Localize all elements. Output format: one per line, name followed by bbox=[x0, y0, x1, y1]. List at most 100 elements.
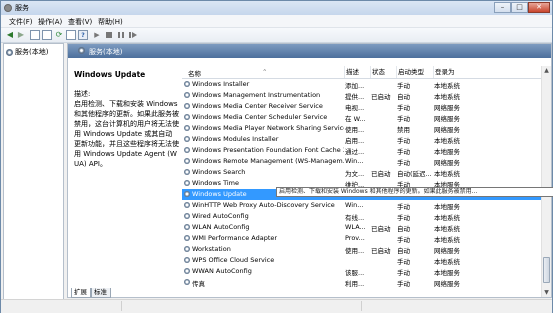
gear-icon bbox=[184, 92, 190, 98]
service-tooltip: 启用检测、下载和安装 Windows 和其他程序的更新。如果此服务被禁用... bbox=[276, 187, 553, 197]
services-window: 服务 – □ ✕ 文件(F) 操作(A) 查看(V) 帮助(H) ◀ ▶ ⟳ ?… bbox=[0, 0, 553, 313]
gear-icon bbox=[184, 180, 190, 186]
service-startup-type: 自动 bbox=[397, 247, 410, 255]
table-row[interactable]: WWAN AutoConfig 该服... 手动 本地服务 bbox=[182, 266, 542, 277]
minimize-button[interactable]: – bbox=[494, 2, 511, 13]
maximize-button[interactable]: □ bbox=[511, 2, 528, 13]
properties-icon[interactable] bbox=[42, 30, 52, 40]
service-status: 已启动 bbox=[371, 247, 391, 255]
gear-icon bbox=[184, 169, 190, 175]
close-button[interactable]: ✕ bbox=[528, 2, 550, 13]
show-console-tree-icon[interactable] bbox=[30, 30, 40, 40]
menu-bar: 文件(F) 操作(A) 查看(V) 帮助(H) bbox=[1, 15, 552, 28]
pause-service-icon[interactable] bbox=[116, 30, 126, 40]
service-log-on-as: 本地系统 bbox=[434, 137, 460, 145]
table-row[interactable]: WPS Office Cloud Service 手动 本地系统 bbox=[182, 255, 542, 266]
column-status[interactable]: 状态 bbox=[370, 66, 385, 78]
column-description[interactable]: 描述 bbox=[344, 66, 359, 78]
service-startup-type: 自动 bbox=[397, 225, 410, 233]
table-row[interactable]: Windows Modules Installer 启用... 手动 本地系统 bbox=[182, 134, 542, 145]
column-log-on-as[interactable]: 登录为 bbox=[433, 66, 455, 78]
refresh-icon[interactable]: ⟳ bbox=[54, 30, 64, 40]
menu-action[interactable]: 操作(A) bbox=[38, 17, 62, 27]
table-row[interactable]: Windows Media Center Receiver Service 电视.… bbox=[182, 101, 542, 112]
help-icon[interactable]: ? bbox=[78, 30, 88, 40]
table-row[interactable]: Windows Remote Management (WS-Managem...… bbox=[182, 156, 542, 167]
service-startup-type: 手动 bbox=[397, 148, 410, 156]
service-log-on-as: 本地系统 bbox=[434, 258, 460, 266]
selected-service-name: Windows Update bbox=[74, 70, 146, 79]
table-row[interactable]: WLAN AutoConfig WLA... 已启动 自动 本地系统 bbox=[182, 222, 542, 233]
table-row[interactable]: Windows Search 为文... 已启动 自动(延迟... 本地系统 bbox=[182, 167, 542, 178]
service-description: 使用... bbox=[345, 247, 365, 255]
service-description: 提供... bbox=[345, 93, 365, 101]
menu-view[interactable]: 查看(V) bbox=[68, 17, 92, 27]
service-startup-type: 手动 bbox=[397, 159, 410, 167]
service-name: Windows Installer bbox=[192, 80, 250, 88]
gear-icon bbox=[184, 279, 190, 285]
service-log-on-as: 网络服务 bbox=[434, 126, 460, 134]
service-name: WPS Office Cloud Service bbox=[192, 256, 275, 264]
title-bar[interactable]: 服务 – □ ✕ bbox=[1, 1, 552, 15]
service-log-on-as: 本地系统 bbox=[434, 214, 460, 222]
table-row[interactable]: WMI Performance Adapter Prov... 手动 本地系统 bbox=[182, 233, 542, 244]
details-pane: 服务(本地) Windows Update 描述: 启用检测、下载和安装 Win… bbox=[67, 43, 552, 298]
service-name: WMI Performance Adapter bbox=[192, 234, 278, 242]
gear-icon bbox=[184, 235, 190, 241]
scroll-up-icon[interactable]: ▲ bbox=[542, 66, 551, 75]
service-status: 已启动 bbox=[371, 93, 391, 101]
column-name[interactable]: 名称 bbox=[188, 68, 201, 78]
services-list: 名称 ⌃ 描述 状态 启动类型 登录为 Windows Installer 添加.… bbox=[182, 66, 551, 297]
service-log-on-as: 本地系统 bbox=[434, 93, 460, 101]
start-service-icon[interactable]: ▶ bbox=[92, 30, 102, 40]
gear-icon bbox=[184, 257, 190, 263]
table-row[interactable]: Windows Management Instrumentation 提供... 已… bbox=[182, 90, 542, 101]
back-arrow-icon[interactable]: ◀ bbox=[5, 30, 15, 40]
service-startup-type: 手动 bbox=[397, 258, 410, 266]
restart-service-icon[interactable] bbox=[128, 30, 138, 40]
table-row[interactable]: Windows Presentation Foundation Font Cac… bbox=[182, 145, 542, 156]
gear-icon bbox=[184, 158, 190, 164]
vertical-scrollbar[interactable]: ▲ ▼ bbox=[541, 66, 551, 297]
service-startup-type: 手动 bbox=[397, 203, 410, 211]
toolbar: ◀ ▶ ⟳ ? ▶ bbox=[1, 28, 552, 43]
service-name: Windows Modules Installer bbox=[192, 135, 279, 143]
gear-icon bbox=[6, 48, 13, 56]
table-row[interactable]: 传真 利用... 手动 网络服务 bbox=[182, 277, 542, 288]
service-log-on-as: 本地系统 bbox=[434, 236, 460, 244]
table-row[interactable]: Wired AutoConfig 有线... 手动 本地系统 bbox=[182, 211, 542, 222]
service-description: 有线... bbox=[345, 214, 365, 222]
gear-icon bbox=[184, 125, 190, 131]
menu-help[interactable]: 帮助(H) bbox=[98, 17, 123, 27]
service-name: Windows Media Center Scheduler Service bbox=[192, 113, 328, 121]
tab-extended[interactable]: 扩展 bbox=[71, 288, 91, 298]
column-startup-type[interactable]: 启动类型 bbox=[396, 66, 424, 78]
pane-header: 服务(本地) bbox=[68, 44, 551, 58]
forward-arrow-icon[interactable]: ▶ bbox=[16, 30, 26, 40]
service-name: 传真 bbox=[192, 280, 205, 288]
table-row[interactable]: WinHTTP Web Proxy Auto-Discovery Service… bbox=[182, 200, 542, 211]
tab-standard[interactable]: 标准 bbox=[91, 288, 111, 298]
export-list-icon[interactable] bbox=[66, 30, 76, 40]
service-startup-type: 手动 bbox=[397, 236, 410, 244]
gear-icon bbox=[184, 136, 190, 142]
table-row[interactable]: Workstation 使用... 已启动 自动 网络服务 bbox=[182, 244, 542, 255]
status-divider bbox=[361, 301, 362, 311]
service-log-on-as: 网络服务 bbox=[434, 159, 460, 167]
service-log-on-as: 本地系统 bbox=[434, 82, 460, 90]
status-bar bbox=[1, 299, 552, 313]
service-startup-type: 手动 bbox=[397, 280, 410, 288]
table-row[interactable]: Windows Media Player Network Sharing Ser… bbox=[182, 123, 542, 134]
stop-service-icon[interactable] bbox=[104, 30, 114, 40]
scroll-thumb[interactable] bbox=[543, 257, 550, 283]
service-description: Win... bbox=[345, 157, 364, 165]
service-log-on-as: 网络服务 bbox=[434, 247, 460, 255]
gear-icon bbox=[184, 246, 190, 252]
service-startup-type: 手动 bbox=[397, 214, 410, 222]
table-row[interactable]: Windows Media Center Scheduler Service 在 … bbox=[182, 112, 542, 123]
service-description: 添加... bbox=[345, 82, 365, 90]
tree-item-services-local[interactable]: 服务(本地) bbox=[6, 47, 48, 56]
menu-file[interactable]: 文件(F) bbox=[9, 17, 33, 27]
table-row[interactable]: Windows Installer 添加... 手动 本地系统 bbox=[182, 79, 542, 90]
service-description: Win... bbox=[345, 201, 364, 209]
